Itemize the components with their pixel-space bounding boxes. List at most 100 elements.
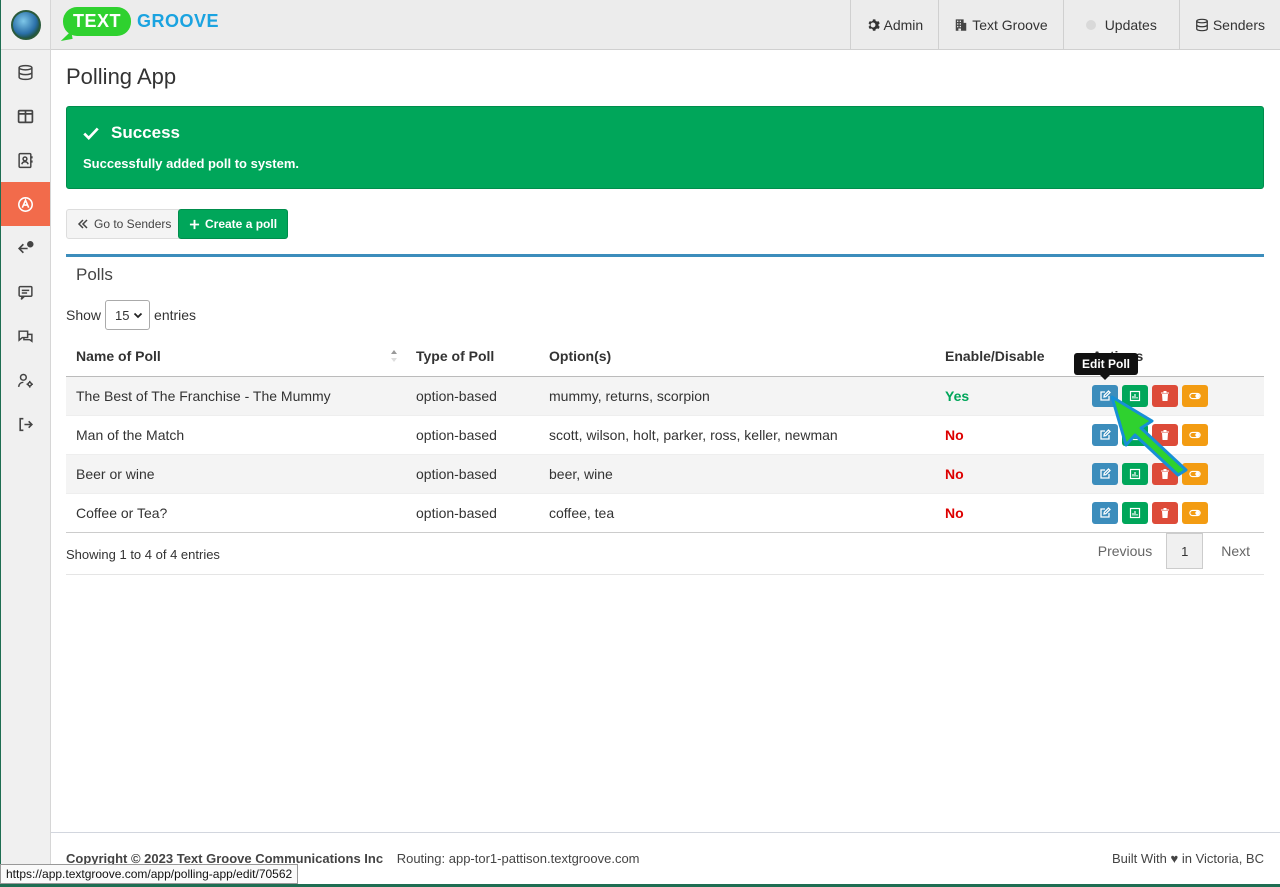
sidebar-item-conversations[interactable] bbox=[1, 314, 50, 358]
table-row: The Best of The Franchise - The Mummy opt… bbox=[66, 375, 1264, 415]
poll-name: Beer or wine bbox=[66, 453, 406, 493]
poll-enabled-status: Yes bbox=[935, 375, 1082, 415]
poll-results-button[interactable] bbox=[1122, 501, 1148, 524]
nav-updates-label: Updates bbox=[1104, 17, 1157, 33]
columns-icon bbox=[17, 109, 34, 123]
gear-icon bbox=[868, 19, 880, 31]
box-divider bbox=[66, 574, 1264, 575]
poll-enabled-status: No bbox=[935, 414, 1082, 454]
poll-type: option-based bbox=[406, 375, 539, 415]
entries-label: entries bbox=[154, 307, 197, 323]
sidebar-item-messages[interactable] bbox=[1, 270, 50, 314]
success-alert: Success Successfully added poll to syste… bbox=[66, 106, 1264, 189]
nav-senders[interactable]: Senders bbox=[1178, 0, 1280, 50]
sidebar-item-polling-app[interactable] bbox=[1, 182, 50, 226]
polls-box: Polls Show 15 entries Name of Poll Type … bbox=[66, 254, 1264, 575]
globe-icon bbox=[10, 9, 41, 40]
footer-location: in Victoria, BC bbox=[1181, 851, 1264, 866]
poll-actions bbox=[1082, 492, 1264, 533]
next-page-button[interactable]: Next bbox=[1203, 543, 1264, 559]
poll-name: Man of the Match bbox=[66, 414, 406, 454]
column-header-name[interactable]: Name of Poll bbox=[66, 336, 406, 377]
poll-type: option-based bbox=[406, 453, 539, 493]
go-to-senders-label: Go to Senders bbox=[94, 217, 172, 231]
cursor-arrow-icon bbox=[1110, 395, 1188, 477]
sidebar-item-columns[interactable] bbox=[1, 94, 50, 138]
poll-options: mummy, returns, scorpion bbox=[539, 375, 935, 415]
sidebar-item-database[interactable] bbox=[1, 50, 50, 94]
main-content: Polling App Success Successfully added p… bbox=[51, 50, 1280, 832]
page-length-value: 15 bbox=[115, 307, 130, 323]
user-settings-icon bbox=[17, 373, 33, 388]
create-poll-button[interactable]: Create a poll bbox=[178, 209, 289, 239]
sort-icon bbox=[391, 350, 397, 362]
brand-text: TEXT bbox=[63, 7, 132, 36]
browser-status-url: https://app.textgroove.com/app/polling-a… bbox=[0, 864, 299, 884]
page-title: Polling App bbox=[66, 64, 177, 89]
plus-icon bbox=[189, 219, 200, 229]
table-row: Beer or wine option-based beer, wine No bbox=[66, 453, 1264, 493]
heart-icon: ♥ bbox=[1170, 851, 1179, 866]
top-navbar: TEXT GROOVE Admin Text Groove Updates Se… bbox=[51, 0, 1280, 50]
toggle-icon bbox=[1189, 509, 1201, 516]
edit-icon bbox=[1100, 506, 1111, 518]
pagination: Previous 1 Next bbox=[1084, 533, 1264, 569]
previous-page-button[interactable]: Previous bbox=[1084, 543, 1166, 559]
sidebar bbox=[0, 0, 51, 887]
page-1-button[interactable]: 1 bbox=[1166, 533, 1204, 569]
poll-options: scott, wilson, holt, parker, ross, kelle… bbox=[539, 414, 935, 454]
poll-type: option-based bbox=[406, 492, 539, 533]
poll-options: coffee, tea bbox=[539, 492, 935, 533]
show-label: Show bbox=[66, 307, 102, 323]
table-info: Showing 1 to 4 of 4 entries bbox=[66, 547, 220, 562]
conversations-icon bbox=[18, 329, 33, 343]
footer-routing: Routing: app-tor1-pattison.textgroove.co… bbox=[396, 851, 640, 866]
alert-message: Successfully added poll to system. bbox=[83, 156, 300, 171]
page-length-control: Show 15 entries bbox=[66, 300, 196, 330]
poll-name: The Best of The Franchise - The Mummy bbox=[66, 375, 406, 415]
column-header-type[interactable]: Type of Poll bbox=[406, 336, 539, 377]
nav-updates[interactable]: Updates bbox=[1062, 0, 1179, 50]
edit-poll-button[interactable] bbox=[1092, 501, 1118, 524]
sidebar-item-user-settings[interactable] bbox=[1, 358, 50, 402]
alert-title-text: Success bbox=[111, 123, 180, 142]
footer-built-with: Built With bbox=[1111, 851, 1167, 866]
database-icon bbox=[1195, 18, 1208, 32]
sidebar-logo[interactable] bbox=[1, 0, 50, 50]
polling-app-icon bbox=[18, 196, 33, 212]
table-row: Coffee or Tea? option-based coffee, tea No bbox=[66, 492, 1264, 533]
footer-right: Built With ♥ in Victoria, BC bbox=[1112, 851, 1264, 866]
polls-box-title: Polls bbox=[76, 265, 113, 284]
sidebar-item-contacts[interactable] bbox=[1, 138, 50, 182]
nav-senders-label: Senders bbox=[1212, 17, 1265, 33]
edit-poll-tooltip: Edit Poll bbox=[1074, 353, 1138, 380]
bar-chart-icon bbox=[1129, 507, 1141, 518]
message-icon bbox=[18, 285, 33, 300]
logout-icon bbox=[19, 417, 34, 431]
delete-poll-button[interactable] bbox=[1152, 501, 1178, 524]
sidebar-item-logout[interactable] bbox=[1, 402, 50, 446]
brand-groove: GROOVE bbox=[137, 11, 220, 31]
brand-logo[interactable]: TEXT GROOVE bbox=[63, 7, 219, 36]
trash-icon bbox=[1161, 507, 1169, 518]
toggle-poll-button[interactable] bbox=[1182, 501, 1208, 524]
nav-admin[interactable]: Admin bbox=[849, 0, 939, 50]
poll-enabled-status: No bbox=[935, 453, 1082, 493]
column-header-options[interactable]: Option(s) bbox=[539, 336, 935, 377]
create-poll-label: Create a poll bbox=[205, 217, 278, 231]
go-to-senders-button[interactable]: Go to Senders bbox=[66, 209, 183, 239]
page-length-select[interactable]: 15 bbox=[105, 300, 151, 330]
database-icon bbox=[18, 64, 33, 80]
column-header-enable[interactable]: Enable/Disable bbox=[935, 336, 1082, 377]
nav-text-groove-label: Text Groove bbox=[972, 17, 1048, 33]
check-icon bbox=[83, 127, 99, 141]
nav-text-groove[interactable]: Text Groove bbox=[938, 0, 1062, 50]
contact-book-icon bbox=[18, 152, 33, 168]
poll-enabled-status: No bbox=[935, 492, 1082, 533]
sidebar-item-reply[interactable] bbox=[1, 226, 50, 270]
nav-right: Admin Text Groove Updates Senders bbox=[849, 0, 1280, 50]
building-icon bbox=[955, 19, 967, 31]
poll-options: beer, wine bbox=[539, 453, 935, 493]
double-chevron-left-icon bbox=[77, 219, 88, 229]
status-dot-icon bbox=[1085, 20, 1096, 30]
